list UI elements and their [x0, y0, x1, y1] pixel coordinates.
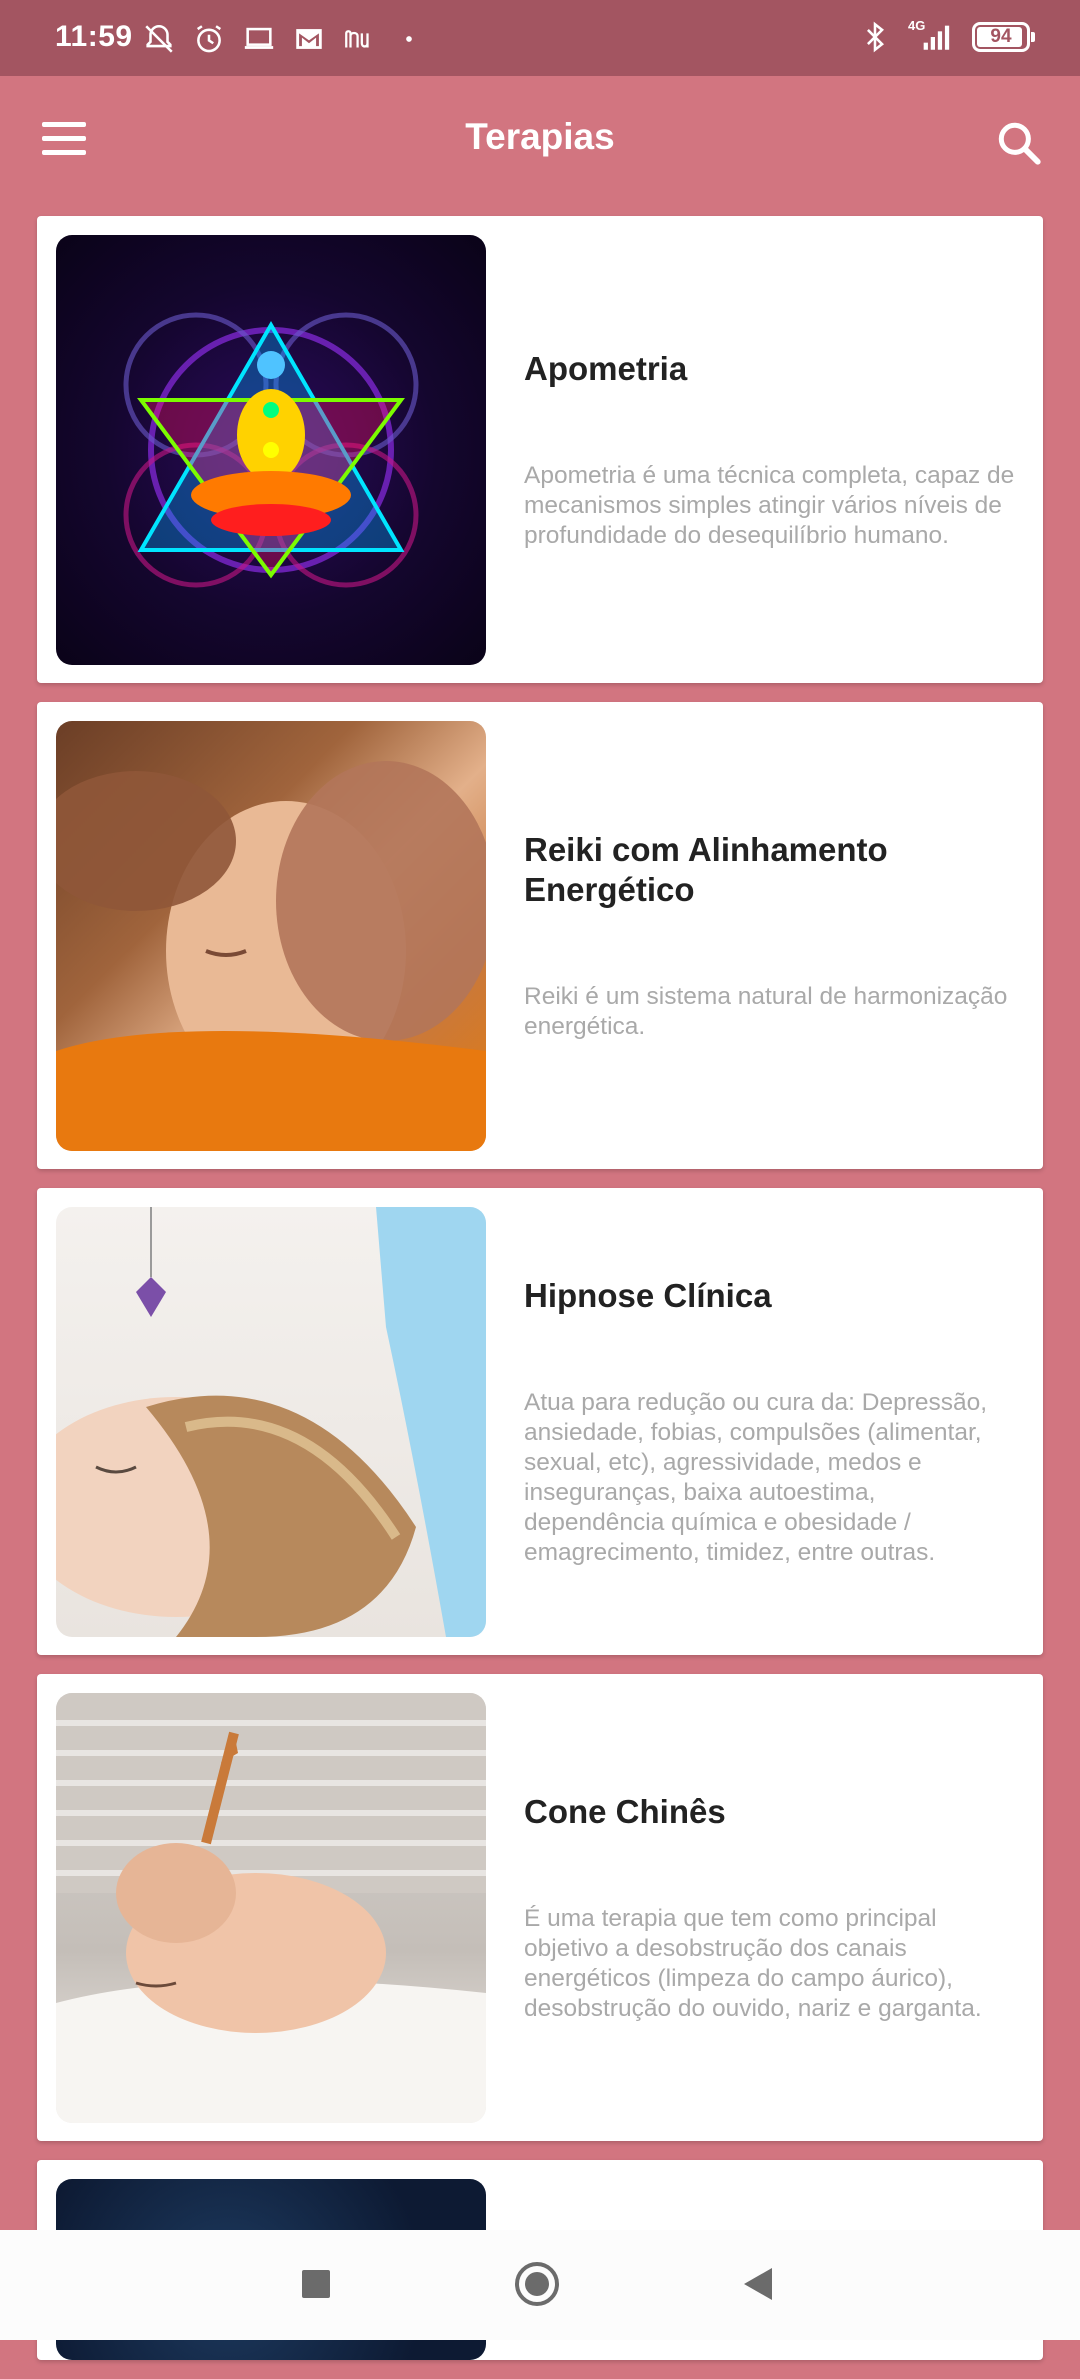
alarm-icon — [196, 25, 222, 53]
therapy-image-cone-chines — [56, 1693, 486, 2123]
nu-icon — [345, 30, 369, 48]
therapy-image-hipnose — [56, 1207, 486, 1637]
therapy-card-apometria[interactable]: Apometria Apometria é uma técnica comple… — [37, 216, 1043, 683]
status-time: 11:59 — [55, 20, 133, 53]
laptop-icon — [244, 27, 274, 49]
recents-icon[interactable] — [302, 2270, 330, 2298]
therapy-text: Apometria Apometria é uma técnica comple… — [524, 216, 1021, 683]
therapy-description: Apometria é uma técnica completa, capaz … — [524, 461, 1015, 549]
therapy-card-reiki[interactable]: Reiki com Alinhamento Energético Reiki é… — [37, 702, 1043, 1169]
therapy-description: Reiki é um sistema natural de harmonizaç… — [524, 982, 1008, 1040]
therapy-card-hipnose[interactable]: Hipnose Clínica Atua para redução ou cur… — [37, 1188, 1043, 1655]
status-right-icons: 4G 94 — [858, 18, 1035, 54]
notifications-off-icon — [145, 24, 173, 53]
back-icon[interactable] — [744, 2268, 772, 2300]
therapy-title: Apometria — [524, 349, 688, 387]
bluetooth-icon — [867, 21, 884, 53]
app-bar: Terapias — [0, 76, 1080, 206]
therapy-description: Atua para redução ou cura da: Depressão,… — [524, 1388, 988, 1566]
page-title: Terapias — [465, 116, 615, 157]
status-left-icons — [142, 22, 426, 56]
therapy-text: Hipnose Clínica Atua para redução ou cur… — [524, 1188, 1021, 1655]
therapy-title: Cone Chinês — [524, 1792, 726, 1830]
therapy-image-apometria — [56, 235, 486, 665]
therapy-text: Cone Chinês É uma terapia que tem como p… — [524, 1674, 1021, 2141]
status-bar: 11:59 4G 94 — [0, 0, 1080, 76]
search-icon[interactable] — [994, 118, 1044, 168]
dot-icon — [406, 36, 412, 42]
battery-level: 94 — [990, 26, 1012, 47]
signal-icon: 4G — [908, 18, 956, 54]
therapy-text: Reiki com Alinhamento Energético Reiki é… — [524, 702, 1021, 1169]
system-nav-bar — [0, 2230, 1080, 2340]
therapy-title: Reiki com Alinhamento Energético — [524, 830, 888, 908]
therapy-title: Hipnose Clínica — [524, 1276, 772, 1314]
therapy-image-reiki — [56, 721, 486, 1151]
gmail-icon — [296, 29, 322, 49]
home-icon[interactable] — [515, 2262, 559, 2306]
therapy-description: É uma terapia que tem como principal obj… — [524, 1904, 982, 2022]
therapy-list: Apometria Apometria é uma técnica comple… — [37, 216, 1043, 2379]
battery-icon: 94 — [972, 22, 1035, 52]
therapy-card-cone-chines[interactable]: Cone Chinês É uma terapia que tem como p… — [37, 1674, 1043, 2141]
